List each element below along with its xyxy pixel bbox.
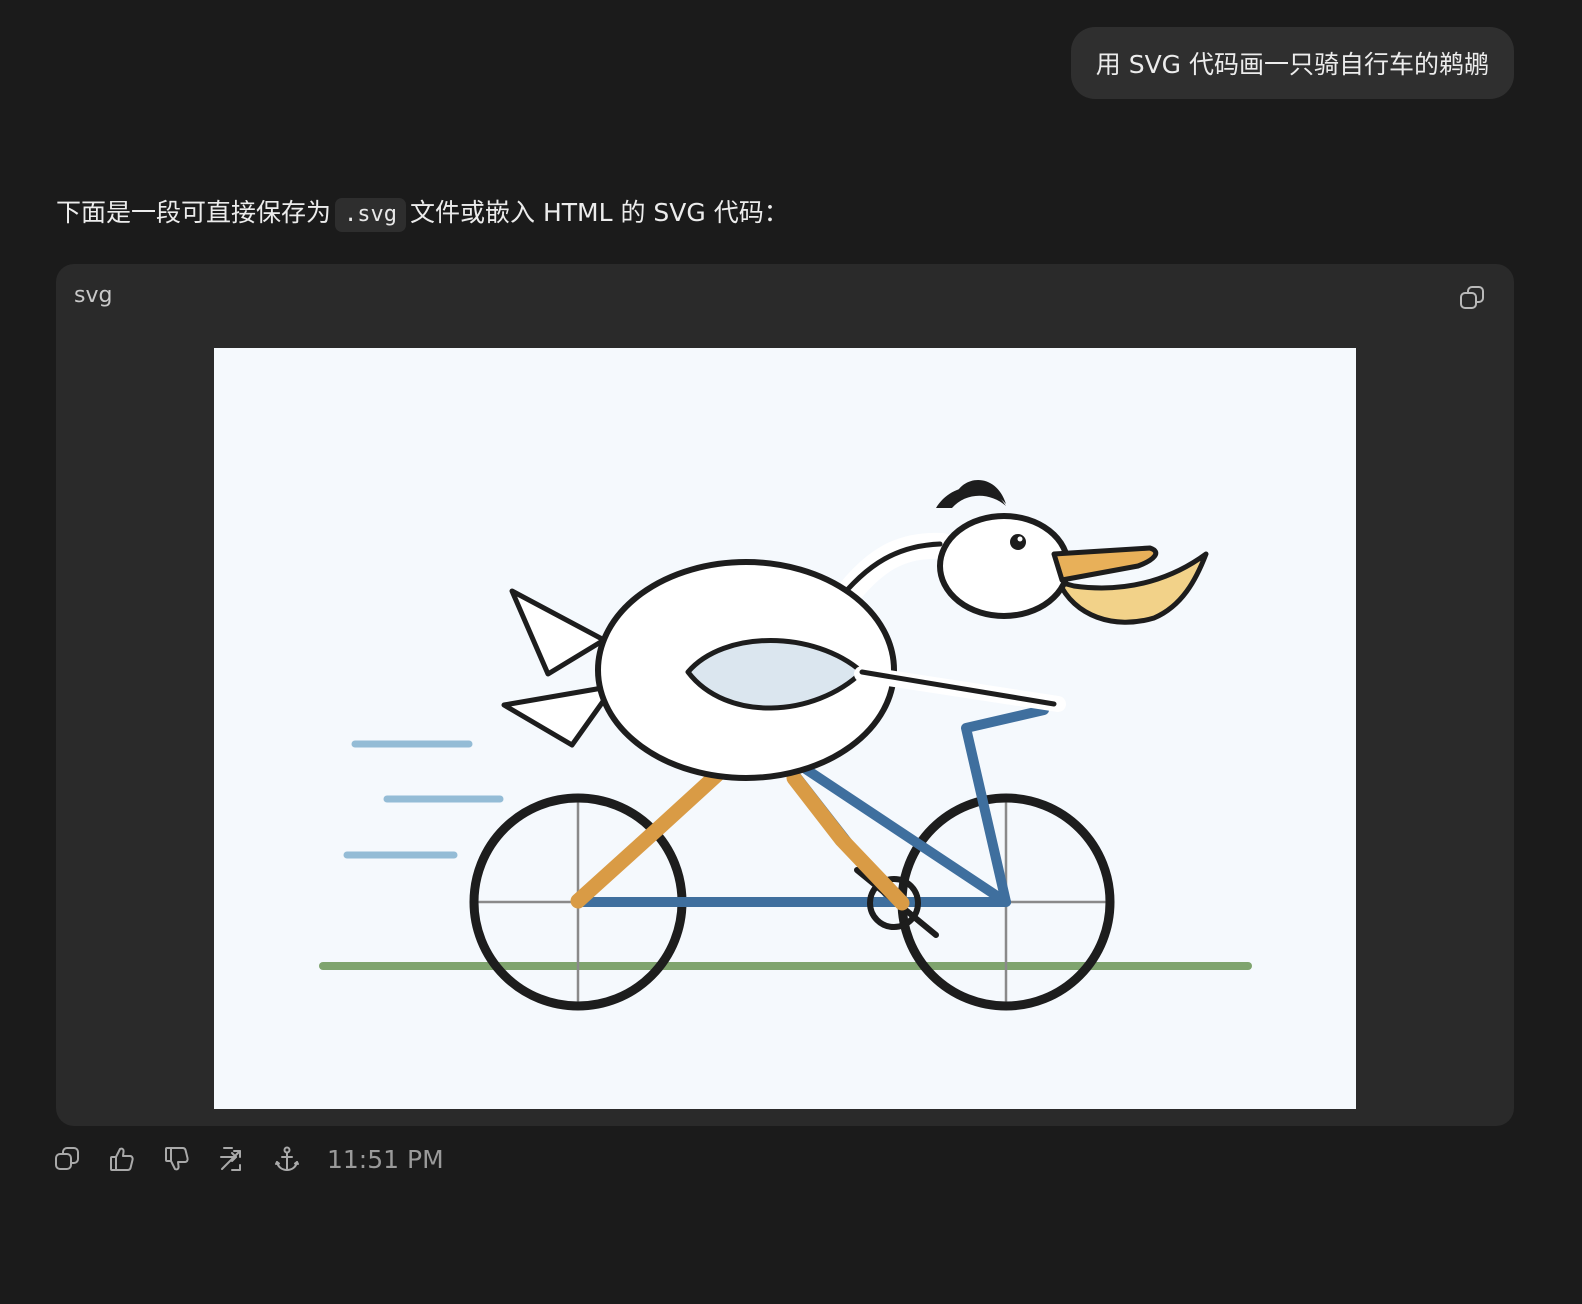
intro-text-before: 下面是一段可直接保存为 <box>56 198 332 227</box>
thumbs-down-icon <box>165 1147 189 1171</box>
share-button[interactable] <box>215 1142 249 1176</box>
intro-text-after: 文件或嵌入 HTML 的 SVG 代码： <box>410 198 789 227</box>
user-message-text: 用 SVG 代码画一只骑自行车的鹈鹕 <box>1095 50 1489 79</box>
chat-page: 用 SVG 代码画一只骑自行车的鹈鹕 下面是一段可直接保存为 .svg 文件或嵌入 … <box>0 0 1582 1304</box>
svg-preview <box>214 348 1356 1109</box>
inline-code-svg: .svg <box>335 198 406 232</box>
pelican-eye-highlight <box>1017 536 1023 542</box>
thumbs-up-button[interactable] <box>105 1142 139 1176</box>
copy-icon <box>55 1147 79 1170</box>
thumbs-up-icon <box>110 1147 134 1171</box>
anchor-icon <box>275 1146 299 1171</box>
thumbs-down-button[interactable] <box>160 1142 194 1176</box>
share-icon <box>220 1147 241 1171</box>
pelican-illustration <box>214 348 1356 1109</box>
copy-message-button[interactable] <box>50 1142 84 1176</box>
copy-icon <box>1460 286 1484 309</box>
assistant-intro: 下面是一段可直接保存为 .svg 文件或嵌入 HTML 的 SVG 代码： <box>56 193 789 233</box>
pelican-eye <box>1010 534 1026 550</box>
code-language-label: svg <box>74 283 113 308</box>
message-actions: 11:51 PM <box>50 1140 444 1178</box>
anchor-button[interactable] <box>270 1142 304 1176</box>
code-block: svg <box>56 264 1514 1126</box>
copy-code-button[interactable] <box>1458 284 1486 312</box>
message-timestamp: 11:51 PM <box>327 1144 444 1174</box>
pelican-head <box>937 513 1071 619</box>
user-message-bubble: 用 SVG 代码画一只骑自行车的鹈鹕 <box>1070 27 1514 99</box>
